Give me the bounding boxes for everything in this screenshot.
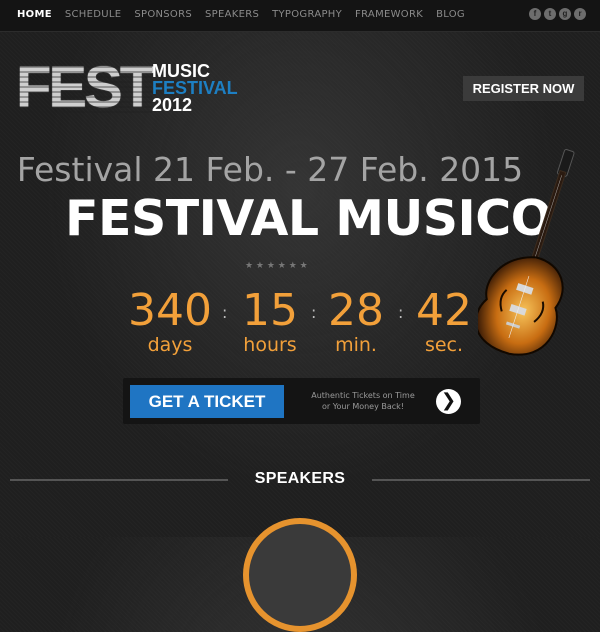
rss-icon[interactable]: r <box>574 8 586 20</box>
minutes-label: min. <box>335 334 377 356</box>
register-now-button[interactable]: REGISTER NOW <box>463 76 584 101</box>
nav-item-speakers[interactable]: SPEAKERS <box>205 9 259 20</box>
days-label: days <box>147 334 193 356</box>
countdown-days: 340 days <box>128 285 212 357</box>
minutes-value: 28 <box>328 285 384 336</box>
nav-item-typography[interactable]: TYPOGRAPHY <box>272 9 342 20</box>
seconds-label: sec. <box>424 334 464 356</box>
facebook-icon[interactable]: f <box>529 8 541 20</box>
logo-text: MUSIC FESTIVAL 2012 <box>152 62 238 115</box>
speaker-avatar[interactable] <box>243 518 357 632</box>
guitar-image <box>478 149 575 356</box>
logo-year: 2012 <box>152 95 193 115</box>
event-dates-text: Festival 21 Feb. - 27 Feb. 2015 <box>16 150 524 189</box>
nav-item-blog[interactable]: BLOG <box>436 9 465 20</box>
days-value: 340 <box>128 285 212 336</box>
countdown-separator: : <box>222 303 228 322</box>
chevron-right-icon[interactable]: ❯ <box>436 389 461 414</box>
nav-item-home[interactable]: HOME <box>17 9 52 20</box>
countdown-seconds: 42 sec. <box>413 285 475 357</box>
nav-item-framework[interactable]: FRAMEWORK <box>355 9 423 20</box>
logo-mark[interactable]: FEST <box>16 59 155 117</box>
ticket-bar: GET A TICKET Authentic Tickets on Time o… <box>123 378 480 424</box>
seconds-value: 42 <box>416 285 472 336</box>
hours-value: 15 <box>242 285 298 336</box>
countdown-separator: : <box>311 303 317 322</box>
speakers-heading: SPEAKERS <box>254 470 346 487</box>
countdown-hours: 15 hours <box>240 285 300 357</box>
social-links: f t g r <box>529 8 586 20</box>
countdown-minutes: 28 min. <box>325 285 387 357</box>
ticket-note: Authentic Tickets on Time or Your Money … <box>311 391 415 411</box>
star-divider: ★ ★ ★ ★ ★ ★ <box>245 261 308 271</box>
countdown-separator: : <box>398 303 404 322</box>
top-nav-bar: HOME SCHEDULE SPONSORS SPEAKERS TYPOGRAP… <box>0 0 600 32</box>
twitter-icon[interactable]: t <box>544 8 556 20</box>
get-ticket-button[interactable]: GET A TICKET <box>130 385 284 418</box>
main-nav: HOME SCHEDULE SPONSORS SPEAKERS TYPOGRAP… <box>17 9 465 20</box>
nav-item-sponsors[interactable]: SPONSORS <box>134 9 192 20</box>
nav-item-schedule[interactable]: SCHEDULE <box>65 9 121 20</box>
google-icon[interactable]: g <box>559 8 571 20</box>
hours-label: hours <box>243 334 297 356</box>
